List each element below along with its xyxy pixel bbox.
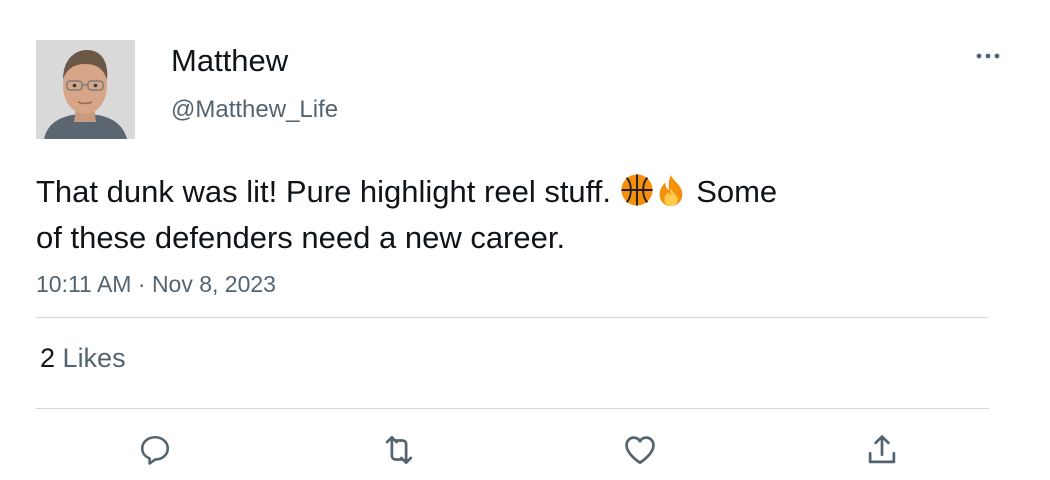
likes-label: Likes: [62, 343, 126, 373]
divider-top: [36, 317, 989, 318]
retweet-button[interactable]: [379, 430, 419, 470]
author-display-name[interactable]: Matthew: [171, 42, 288, 80]
tweet-text: That dunk was lit! Pure highlight reel s…: [36, 169, 906, 261]
meta-separator: ·: [137, 271, 146, 297]
reply-button[interactable]: [135, 430, 175, 470]
tweet-text-line-2: of these defenders need a new career.: [36, 220, 566, 255]
fire-emoji-icon: [659, 174, 682, 207]
heart-icon: [625, 436, 655, 465]
tweet-date[interactable]: Nov 8, 2023: [152, 271, 276, 297]
divider-bottom: [36, 408, 989, 409]
avatar[interactable]: [36, 40, 135, 139]
tweet-timestamp[interactable]: 10:11 AM · Nov 8, 2023: [36, 270, 276, 298]
tweet-text-part-2: Some: [687, 174, 778, 209]
likes-count: 2: [40, 343, 56, 373]
share-button[interactable]: [862, 430, 902, 470]
profile-photo-icon: [36, 40, 135, 139]
like-button[interactable]: [620, 430, 660, 470]
retweet-icon: [385, 435, 413, 465]
likes-stat[interactable]: 2 Likes: [40, 342, 126, 374]
share-icon: [868, 435, 896, 464]
tweet-text-part-1: That dunk was lit! Pure highlight reel s…: [36, 174, 620, 209]
tweet-text-line-1: That dunk was lit! Pure highlight reel s…: [36, 169, 906, 215]
reply-icon: [140, 435, 170, 465]
tweet-card: Matthew @Matthew_Life That dunk was lit!…: [0, 0, 1050, 480]
tweet-time[interactable]: 10:11 AM: [36, 271, 131, 297]
author-handle[interactable]: @Matthew_Life: [171, 95, 338, 125]
more-icon: [976, 53, 1000, 59]
basketball-emoji-icon: [620, 174, 653, 206]
more-options-button[interactable]: [972, 46, 1004, 66]
